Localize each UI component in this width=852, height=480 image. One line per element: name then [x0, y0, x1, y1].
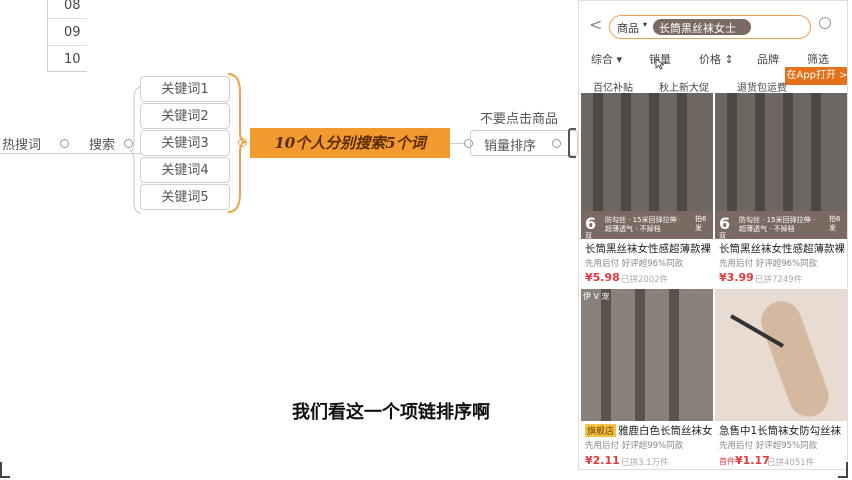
branch-line	[450, 143, 464, 144]
collapse-circle-icon[interactable]	[60, 139, 69, 148]
product-meta: 先用后付 好评超99%同款	[585, 441, 684, 451]
filter-brand[interactable]: 品牌	[757, 51, 779, 67]
open-in-app-button[interactable]: 在App打开 >	[785, 67, 847, 85]
product-price: ¥5.98	[585, 271, 620, 284]
tag-free-return[interactable]: 退货包运费	[737, 79, 787, 94]
search-scope[interactable]: 商品	[617, 20, 639, 36]
collapse-circle-icon[interactable]	[238, 138, 247, 147]
product-price: ¥2.11	[585, 454, 620, 467]
filter-composite[interactable]: 综合 ▾	[591, 51, 622, 67]
product-price: 首件¥1.17	[719, 454, 770, 467]
search-query[interactable]: 长筒黑丝袜女士	[659, 20, 736, 36]
product-image[interactable]: 伊 V 宠	[581, 289, 713, 421]
product-sold: 已拼2002件	[621, 275, 669, 285]
product-card[interactable]: 伊 V 宠 旗舰店 雅鹿白色长筒丝袜女 先用后付 好评超99%同款 ¥2.11 已…	[581, 289, 713, 469]
product-banner: 6 双 防勾丝 · 15米回弹拉伸 · 超薄透气 · 不掉档 拍6发	[581, 211, 713, 239]
back-icon[interactable]: <	[589, 15, 602, 34]
number-item: 09	[64, 25, 81, 40]
tag-subsidy[interactable]: 百亿补贴	[593, 79, 633, 94]
product-banner: 6 双 防勾丝 · 15米回弹拉伸 · 超薄透气 · 不掉档 拍6发	[715, 211, 847, 239]
chevron-down-icon[interactable]: ▾	[643, 20, 647, 29]
collapse-circle-icon[interactable]	[552, 139, 561, 148]
product-card[interactable]: 急售中1长筒袜女防勾丝袜 先用后付 好评超95%同款 首件¥1.17 已拼405…	[715, 289, 847, 469]
keyword-node[interactable]: 关键词2	[140, 103, 230, 129]
product-meta: 先用后付 好评超96%同款	[719, 259, 818, 269]
product-sold: 已拼4051件	[767, 458, 815, 468]
phone-edge-marker	[568, 128, 576, 158]
search-icon[interactable]	[819, 17, 831, 29]
frame-corner	[838, 462, 848, 478]
product-sold: 已拼7249件	[755, 275, 803, 285]
phone-screen: < 商品 ▾ 长筒黑丝袜女士 综合 ▾ 销量 价格 ↕ 品牌 筛选 在App打开…	[578, 0, 848, 470]
keyword-node[interactable]: 关键词5	[140, 184, 230, 210]
product-card[interactable]: 6 双 防勾丝 · 15米回弹拉伸 · 超薄透气 · 不掉档 拍6发 长筒黑丝袜…	[581, 93, 713, 287]
cursor-pointer-icon	[655, 58, 665, 70]
product-image[interactable]: 6 双 防勾丝 · 15米回弹拉伸 · 超薄透气 · 不掉档 拍6发	[581, 93, 713, 239]
note-label: 不要点击商品	[480, 112, 559, 127]
keyword-node[interactable]: 关键词4	[140, 157, 230, 183]
number-list-bottom	[47, 71, 87, 72]
product-title[interactable]: 急售中1长筒袜女防勾丝袜	[719, 423, 841, 438]
product-title[interactable]: 旗舰店 雅鹿白色长筒丝袜女	[585, 423, 713, 438]
sales-sort-node[interactable]: 销量排序	[484, 135, 536, 154]
product-meta: 先用后付 好评超96%同款	[585, 259, 684, 269]
center-topic-node[interactable]: 10个人分别搜索5个词	[250, 128, 450, 158]
branch-line	[0, 153, 140, 154]
product-image[interactable]	[715, 289, 847, 421]
product-title[interactable]: 长筒黑丝袜女性感超薄款裸	[719, 241, 845, 256]
keyword-node[interactable]: 关键词1	[140, 76, 230, 102]
number-divider	[47, 45, 87, 46]
flagship-badge: 旗舰店	[585, 424, 617, 437]
product-card[interactable]: 6 双 防勾丝 · 15米回弹拉伸 · 超薄透气 · 不掉档 拍6发 长筒黑丝袜…	[715, 93, 847, 287]
search-node[interactable]: 搜索	[89, 134, 115, 153]
number-item: 08	[64, 0, 81, 13]
frame-corner	[0, 462, 10, 478]
product-sold: 已拼3.1万件	[621, 458, 669, 468]
product-meta: 先用后付 好评超95%同款	[719, 441, 818, 451]
filter-price[interactable]: 价格 ↕	[699, 51, 734, 67]
filter-more[interactable]: 筛选	[807, 51, 829, 67]
product-title[interactable]: 长筒黑丝袜女性感超薄款裸	[585, 241, 711, 256]
shop-corner-label: 伊 V 宠	[583, 292, 610, 301]
hot-words-node[interactable]: 热搜词	[2, 134, 41, 153]
number-item: 10	[64, 52, 81, 67]
keyword-node[interactable]: 关键词3	[140, 130, 230, 156]
tag-autumn-sale[interactable]: 秋上新大促	[659, 79, 709, 94]
product-price: ¥3.99	[719, 271, 754, 284]
number-divider	[47, 18, 87, 19]
video-subtitle: 我们看这一个项链排序啊	[292, 402, 490, 423]
product-image[interactable]: 6 双 防勾丝 · 15米回弹拉伸 · 超薄透气 · 不掉档 拍6发	[715, 93, 847, 239]
